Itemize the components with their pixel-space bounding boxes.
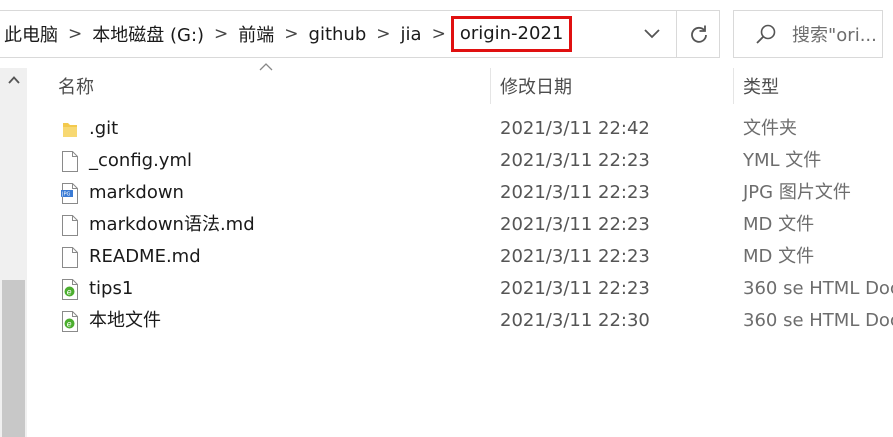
sort-ascending-icon [259,63,273,71]
file-row[interactable]: e 本地文件 2021/3/11 22:30 360 se HTML Doc [27,305,893,337]
column-header-date[interactable]: 修改日期 [500,68,572,104]
breadcrumb-current-folder[interactable]: origin-2021 [450,16,573,52]
html-file-icon: e [62,279,78,300]
file-date: 2021/3/11 22:42 [500,118,650,139]
file-date: 2021/3/11 22:30 [500,310,650,331]
toolbar: 此电脑 > 本地磁盘 (G:) > 前端 > github > jia > or… [0,0,893,68]
folder-icon [63,123,77,137]
file-type: 360 se HTML Doc [743,310,893,331]
scroll-up-button[interactable] [0,68,27,92]
breadcrumb-local-disk-g[interactable]: 本地磁盘 (G:) [89,21,207,47]
column-header-type[interactable]: 类型 [743,68,779,104]
address-history-dropdown[interactable] [630,11,674,57]
file-date: 2021/3/11 22:23 [500,214,650,235]
file-row[interactable]: _config.yml 2021/3/11 22:23 YML 文件 [27,145,893,177]
refresh-icon [690,25,707,43]
search-box[interactable]: 搜索"ori... [733,10,883,58]
file-type: 文件夹 [743,118,797,139]
file-name: markdown [89,182,184,203]
refresh-button[interactable] [676,11,720,57]
svg-text:JPG: JPG [61,192,70,198]
file-name: tips1 [89,278,134,299]
html-file-icon: e [62,311,78,332]
breadcrumb-jia[interactable]: jia [398,24,425,45]
file-name: README.md [89,246,201,267]
file-name: _config.yml [89,150,192,171]
file-row[interactable]: README.md 2021/3/11 22:23 MD 文件 [27,241,893,273]
column-divider[interactable] [490,68,491,104]
file-date: 2021/3/11 22:23 [500,278,650,299]
file-type: JPG 图片文件 [743,182,851,203]
file-icon [62,247,78,268]
breadcrumb-github[interactable]: github [306,24,370,45]
file-row[interactable]: markdown语法.md 2021/3/11 22:23 MD 文件 [27,209,893,241]
chevron-right-icon[interactable]: > [369,24,397,44]
address-bar[interactable]: 此电脑 > 本地磁盘 (G:) > 前端 > github > jia > or… [0,10,720,58]
file-name: .git [89,118,119,139]
scrollbar-thumb[interactable] [2,280,25,437]
svg-text:e: e [67,320,72,329]
file-name: 本地文件 [89,310,161,331]
file-row[interactable]: JPG markdown 2021/3/11 22:23 JPG 图片文件 [27,177,893,209]
column-header-name[interactable]: 名称 [58,68,94,104]
file-type: MD 文件 [743,246,815,267]
chevron-right-icon[interactable]: > [277,24,305,44]
file-date: 2021/3/11 22:23 [500,150,650,171]
file-date: 2021/3/11 22:23 [500,246,650,267]
chevron-right-icon[interactable]: > [61,24,89,44]
file-icon [62,215,78,236]
file-name: markdown语法.md [89,214,255,235]
file-type: 360 se HTML Doc [743,278,893,299]
image-file-icon: JPG [61,183,78,204]
search-icon [756,24,776,44]
file-row[interactable]: .git 2021/3/11 22:42 文件夹 [27,113,893,145]
file-date: 2021/3/11 22:23 [500,182,650,203]
search-placeholder: 搜索"ori... [792,25,877,46]
column-divider[interactable] [733,68,734,104]
vertical-scrollbar[interactable] [0,68,27,437]
breadcrumb-this-pc[interactable]: 此电脑 [0,21,61,47]
chevron-down-icon [644,29,660,39]
chevron-right-icon[interactable]: > [425,24,453,44]
chevron-up-icon [7,76,20,84]
file-type: MD 文件 [743,214,815,235]
chevron-right-icon[interactable]: > [207,24,235,44]
breadcrumb: 此电脑 > 本地磁盘 (G:) > 前端 > github > jia > or… [0,11,573,57]
file-type: YML 文件 [743,150,822,171]
file-list: .git 2021/3/11 22:42 文件夹 _config.yml 202… [27,113,893,337]
column-headers: 名称 修改日期 类型 [27,63,893,104]
svg-text:e: e [67,288,72,297]
breadcrumb-frontend[interactable]: 前端 [235,21,277,47]
file-row[interactable]: e tips1 2021/3/11 22:23 360 se HTML Doc [27,273,893,305]
file-icon [62,151,78,172]
